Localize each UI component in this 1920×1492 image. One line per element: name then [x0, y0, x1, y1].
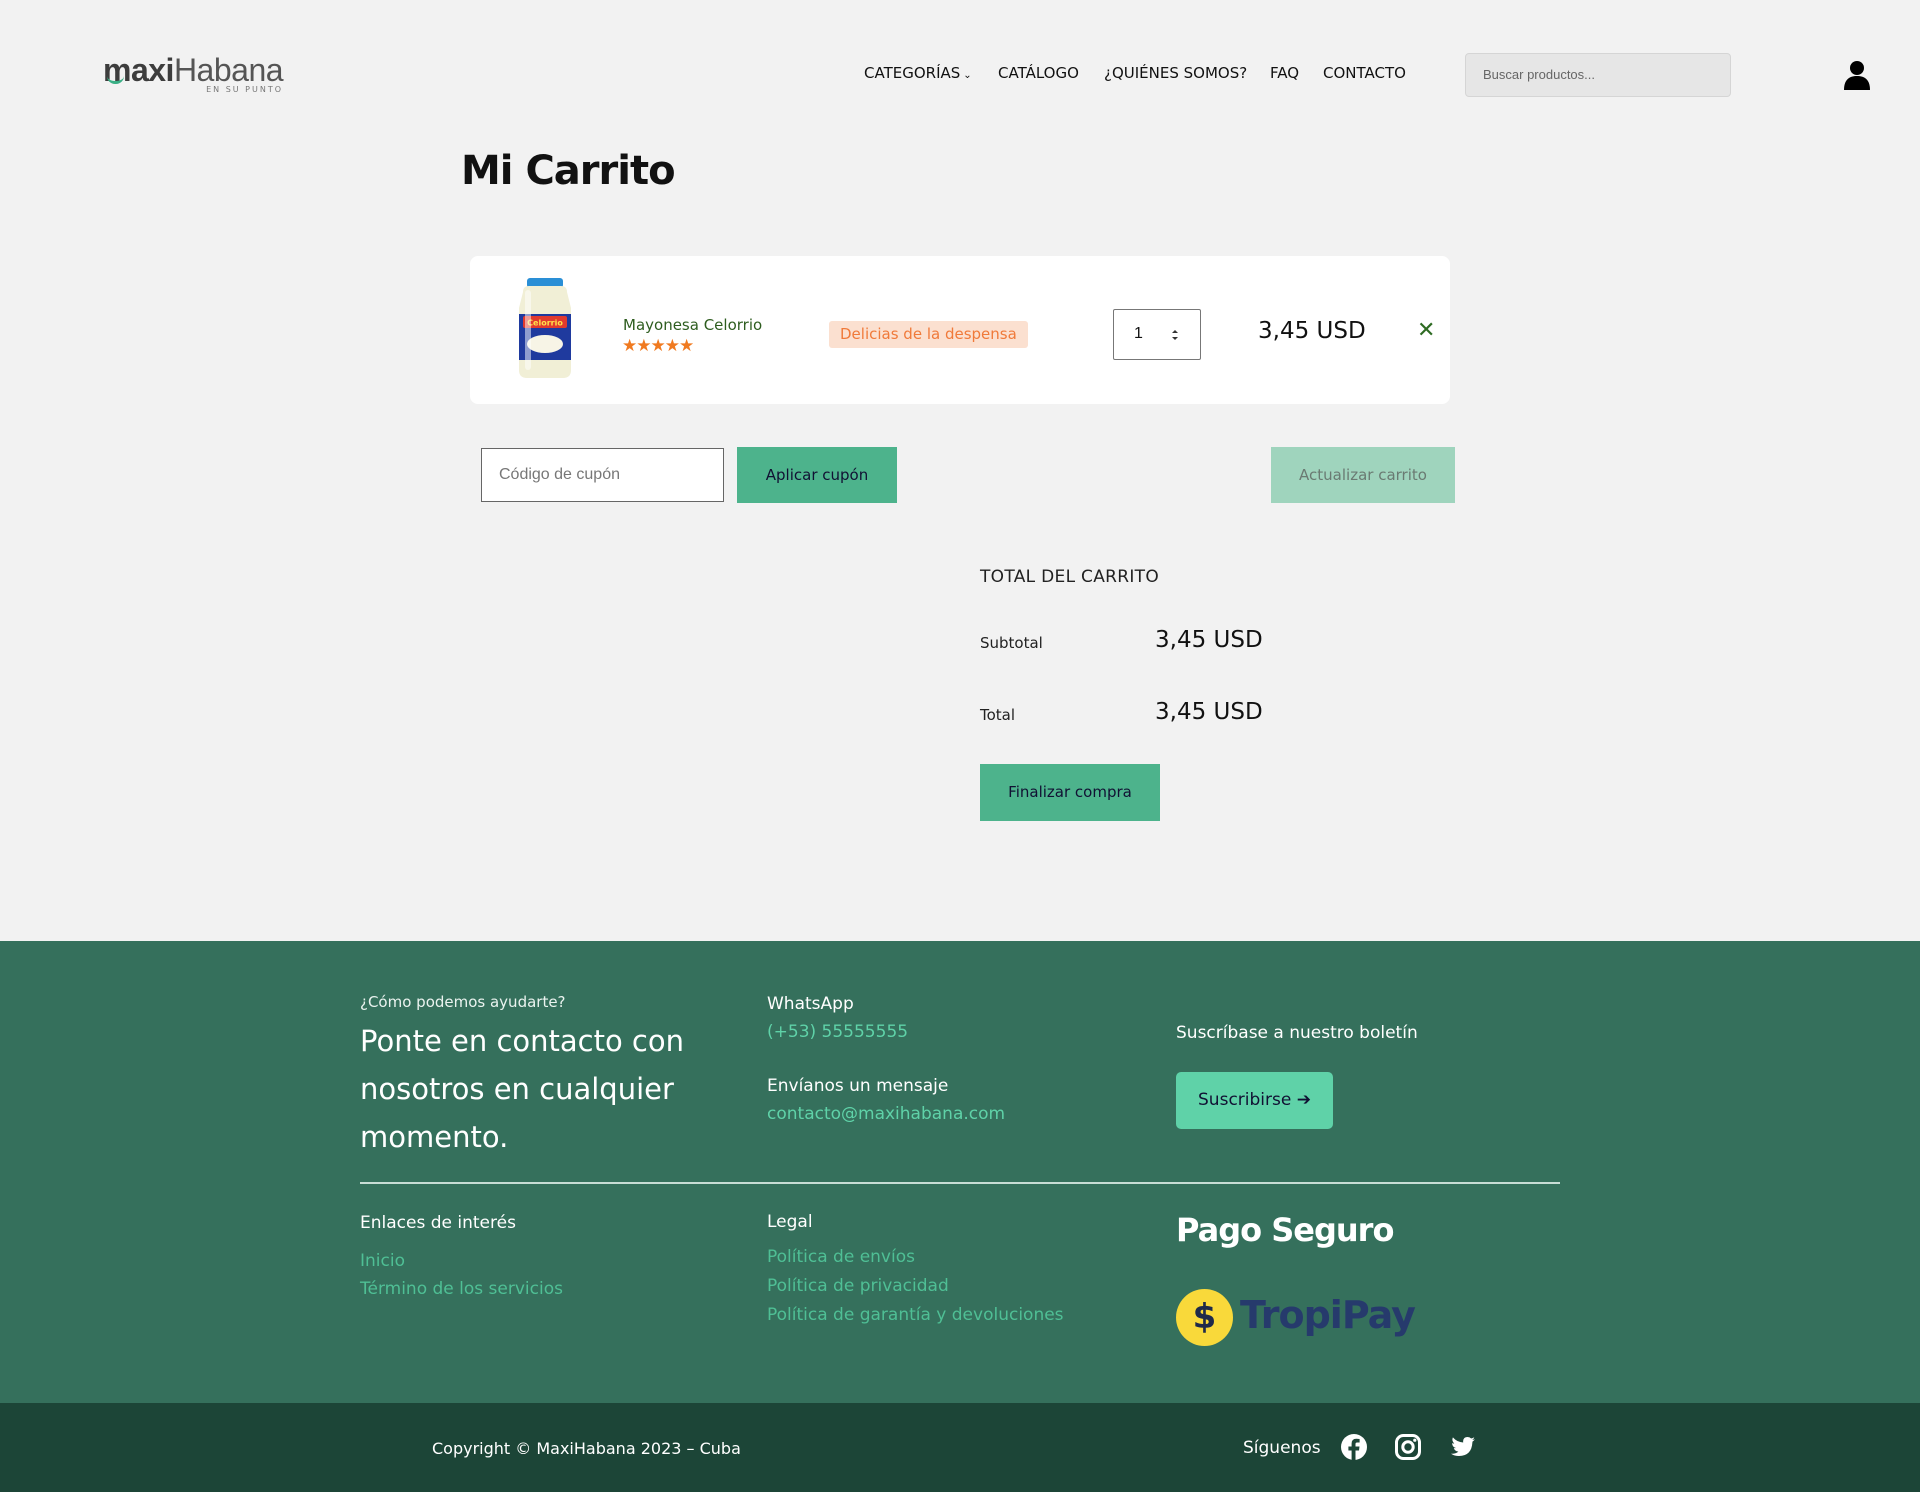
- footer-link-terminos[interactable]: Término de los servicios: [360, 1279, 563, 1299]
- logo-light: Habana: [173, 52, 284, 88]
- logo-tagline: EN SU PUNTO: [206, 85, 284, 94]
- footer-help-text: ¿Cómo podemos ayudarte?: [360, 993, 566, 1011]
- product-name-link[interactable]: Mayonesa Celorrio: [623, 316, 762, 334]
- subtotal-value: 3,45 USD: [1155, 627, 1263, 653]
- quantity-value: 1: [1134, 325, 1143, 342]
- coupon-input[interactable]: Código de cupón: [481, 448, 724, 502]
- arrow-right-icon: ➔: [1296, 1090, 1311, 1110]
- secure-payment-title: Pago Seguro: [1176, 1211, 1394, 1249]
- product-rating-stars: ★★★★★: [622, 336, 694, 356]
- update-cart-button[interactable]: Actualizar carrito: [1271, 447, 1455, 503]
- instagram-icon[interactable]: [1394, 1433, 1422, 1461]
- subscribe-label: Suscribirse: [1198, 1090, 1292, 1110]
- footer-link-garantia[interactable]: Política de garantía y devoluciones: [767, 1305, 1064, 1325]
- tropipay-coin-icon: $: [1176, 1289, 1233, 1346]
- logo[interactable]: maxiHabana EN SU PUNTO: [103, 52, 284, 96]
- tropipay-coin-symbol: $: [1192, 1297, 1217, 1337]
- user-icon[interactable]: [1843, 60, 1871, 90]
- message-label: Envíanos un mensaje: [767, 1076, 949, 1096]
- cart-totals-title: TOTAL DEL CARRITO: [980, 567, 1160, 587]
- follow-label: Síguenos: [1243, 1438, 1321, 1458]
- cart-item-row: Celorrio Mayonesa Celorrio ★★★★★ Delicia…: [470, 256, 1450, 404]
- page-title: Mi Carrito: [461, 148, 676, 194]
- product-image[interactable]: Celorrio: [515, 278, 575, 380]
- nav-categorias[interactable]: CATEGORÍAS ⌄: [864, 64, 972, 82]
- nav-faq[interactable]: FAQ: [1270, 64, 1299, 82]
- product-image-label: Celorrio: [527, 319, 563, 328]
- total-label: Total: [980, 706, 1016, 724]
- quantity-stepper[interactable]: 1: [1113, 309, 1201, 360]
- footer: ¿Cómo podemos ayudarte? Ponte en contact…: [0, 941, 1920, 1403]
- logo-wordmark: maxiHabana: [103, 52, 284, 88]
- facebook-icon[interactable]: [1340, 1433, 1368, 1461]
- footer-link-envios[interactable]: Política de envíos: [767, 1247, 915, 1267]
- newsletter-label: Suscríbase a nuestro boletín: [1176, 1023, 1418, 1043]
- links-title: Enlaces de interés: [360, 1213, 516, 1233]
- apply-coupon-button[interactable]: Aplicar cupón: [737, 447, 897, 503]
- nav-contacto[interactable]: CONTACTO: [1323, 64, 1406, 82]
- legal-title: Legal: [767, 1212, 813, 1232]
- email-link[interactable]: contacto@maxihabana.com: [767, 1104, 1005, 1124]
- subscribe-button[interactable]: Suscribirse ➔: [1176, 1072, 1333, 1129]
- nav-label: CATEGORÍAS: [864, 64, 961, 82]
- subtotal-label: Subtotal: [980, 634, 1043, 652]
- bottom-bar: Copyright © MaxiHabana 2023 – Cuba Sígue…: [0, 1403, 1920, 1492]
- whatsapp-link[interactable]: (+53) 55555555: [767, 1022, 908, 1042]
- checkout-button[interactable]: Finalizar compra: [980, 764, 1160, 821]
- footer-divider: [360, 1182, 1560, 1184]
- copyright-text: Copyright © MaxiHabana 2023 – Cuba: [432, 1439, 741, 1458]
- tropipay-logo: TropiPay: [1240, 1293, 1416, 1337]
- category-badge[interactable]: Delicias de la despensa: [829, 321, 1028, 348]
- search-input[interactable]: Buscar productos...: [1465, 53, 1731, 97]
- chevron-down-icon: ⌄: [963, 70, 972, 81]
- spinner-arrows-icon[interactable]: [1170, 327, 1180, 343]
- whatsapp-label: WhatsApp: [767, 994, 854, 1014]
- nav-quienes-somos[interactable]: ¿QUIÉNES SOMOS?: [1104, 64, 1247, 82]
- total-value: 3,45 USD: [1155, 699, 1263, 725]
- remove-item-icon[interactable]: ✕: [1417, 318, 1435, 343]
- nav-catalogo[interactable]: CATÁLOGO: [998, 64, 1079, 82]
- footer-link-privacidad[interactable]: Política de privacidad: [767, 1276, 949, 1296]
- line-price: 3,45 USD: [1258, 318, 1366, 344]
- twitter-icon[interactable]: [1448, 1433, 1476, 1461]
- footer-headline: Ponte en contacto con nosotros en cualqu…: [360, 1024, 684, 1154]
- footer-link-inicio[interactable]: Inicio: [360, 1251, 405, 1271]
